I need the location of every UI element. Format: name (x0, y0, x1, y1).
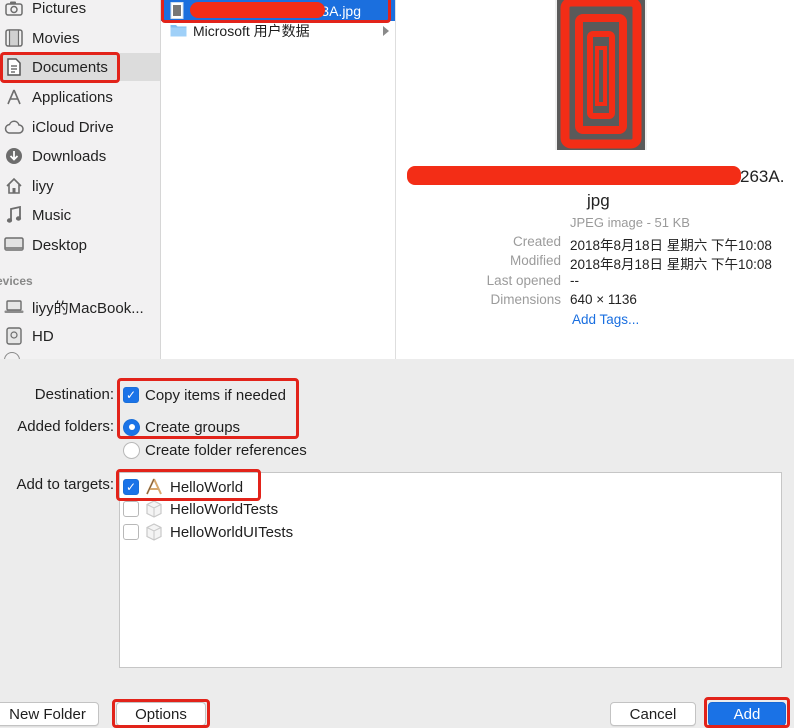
sidebar-item-macbook[interactable]: liyy的MacBook... (0, 293, 160, 321)
create-groups-radio-row[interactable]: Create groups (123, 416, 240, 438)
create-folder-refs-label: Create folder references (145, 441, 307, 459)
target-label: HelloWorldUITests (170, 523, 294, 541)
create-folder-refs-radio[interactable] (123, 441, 140, 459)
document-icon (4, 57, 24, 77)
music-icon (4, 205, 24, 225)
test-bundle-icon (145, 500, 163, 518)
meta-value: -- (570, 273, 579, 288)
sidebar-item-label: Pictures (32, 0, 87, 17)
target-checkbox[interactable]: ✓ (123, 479, 139, 495)
cloud-icon (4, 117, 24, 137)
targets-list: ✓ HelloWorld HelloWorldTests HelloWorldU… (119, 472, 782, 668)
image-file-icon (170, 2, 184, 19)
target-row-uitests[interactable]: HelloWorldUITests (123, 521, 293, 543)
sidebar-item-label: Documents (32, 58, 108, 76)
sidebar-item-desktop[interactable]: Desktop (0, 231, 160, 259)
download-icon (4, 146, 24, 166)
desktop-icon (4, 235, 24, 255)
options-button[interactable]: Options (116, 702, 206, 726)
app-target-icon (145, 478, 163, 496)
applications-icon (4, 87, 24, 107)
copy-items-checkbox-row[interactable]: ✓ Copy items if needed (123, 384, 286, 406)
file-column: 63A.jpg Microsoft 用户数据 (161, 0, 396, 359)
create-folder-refs-radio-row[interactable]: Create folder references (123, 439, 307, 461)
meta-value: 2018年8月18日 星期六 下午10:08 (570, 238, 772, 253)
disk-icon (4, 326, 24, 346)
sidebar-item-movies[interactable]: Movies (0, 24, 160, 52)
add-tags-link[interactable]: Add Tags... (572, 312, 639, 327)
sidebar-item-applications[interactable]: Applications (0, 83, 160, 111)
target-label: HelloWorld (170, 478, 244, 496)
redacted-filename (190, 2, 325, 18)
folder-icon (170, 22, 187, 39)
sidebar-item-label: Downloads (32, 147, 107, 165)
sidebar-item-label: liyy (32, 177, 54, 195)
file-browser: Pictures Movies Documents Applications i… (0, 0, 794, 359)
sidebar: Pictures Movies Documents Applications i… (0, 0, 161, 359)
sidebar-item-label: Desktop (32, 236, 88, 254)
meta-label: Modified (509, 253, 561, 268)
sidebar-item-icloud-drive[interactable]: iCloud Drive (0, 113, 160, 141)
meta-label: Last opened (486, 273, 561, 288)
devices-header: evices (0, 274, 33, 288)
add-button[interactable]: Add (708, 702, 786, 726)
destination-label: Destination: (34, 386, 114, 403)
camera-icon (4, 0, 24, 18)
meta-label: Dimensions (490, 292, 561, 307)
redacted-filename (407, 166, 741, 185)
sidebar-item-label: Movies (32, 29, 80, 47)
file-name: Microsoft 用户数据 (193, 22, 310, 39)
sidebar-item-label: Music (32, 206, 72, 224)
copy-items-label: Copy items if needed (145, 386, 286, 404)
film-icon (4, 28, 24, 48)
sidebar-item-label: liyy的MacBook... (32, 299, 144, 317)
sidebar-item-label: iCloud Drive (32, 118, 114, 136)
test-bundle-icon (145, 523, 163, 541)
laptop-icon (4, 297, 24, 317)
meta-value: 2018年8月18日 星期六 下午10:08 (570, 257, 772, 272)
preview-kind: JPEG image - 51 KB (570, 215, 690, 230)
home-icon (4, 176, 24, 196)
added-folders-label: Added folders: (17, 418, 114, 435)
image-thumbnail (555, 0, 647, 150)
chevron-right-icon (383, 26, 389, 36)
target-row-helloworld[interactable]: ✓ HelloWorld (123, 476, 243, 498)
new-folder-button[interactable]: New Folder (0, 702, 99, 726)
preview-filename: 263A. (740, 167, 785, 186)
sidebar-item-pictures[interactable]: Pictures (0, 0, 160, 22)
preview-filename-ext: jpg (587, 191, 610, 210)
target-label: HelloWorldTests (170, 500, 279, 518)
sidebar-item-hd[interactable]: HD (0, 322, 160, 350)
sidebar-item-liyy[interactable]: liyy (0, 172, 160, 200)
sidebar-item-label: HD (32, 327, 54, 345)
target-checkbox[interactable] (123, 524, 139, 540)
target-row-tests[interactable]: HelloWorldTests (123, 498, 278, 520)
sidebar-item-downloads[interactable]: Downloads (0, 142, 160, 170)
copy-items-checkbox[interactable]: ✓ (123, 387, 139, 403)
partial-icon (4, 352, 20, 359)
target-checkbox[interactable] (123, 501, 139, 517)
cancel-button[interactable]: Cancel (610, 702, 696, 726)
targets-label: Add to targets: (16, 476, 114, 493)
file-row[interactable]: Microsoft 用户数据 (161, 20, 395, 41)
sidebar-item-label: Applications (32, 88, 113, 106)
sidebar-item-music[interactable]: Music (0, 201, 160, 229)
sidebar-item-documents[interactable]: Documents (0, 53, 160, 81)
create-groups-label: Create groups (145, 418, 241, 436)
meta-label: Created (512, 234, 561, 249)
meta-value: 640 × 1136 (570, 292, 637, 307)
create-groups-radio[interactable] (123, 418, 140, 436)
